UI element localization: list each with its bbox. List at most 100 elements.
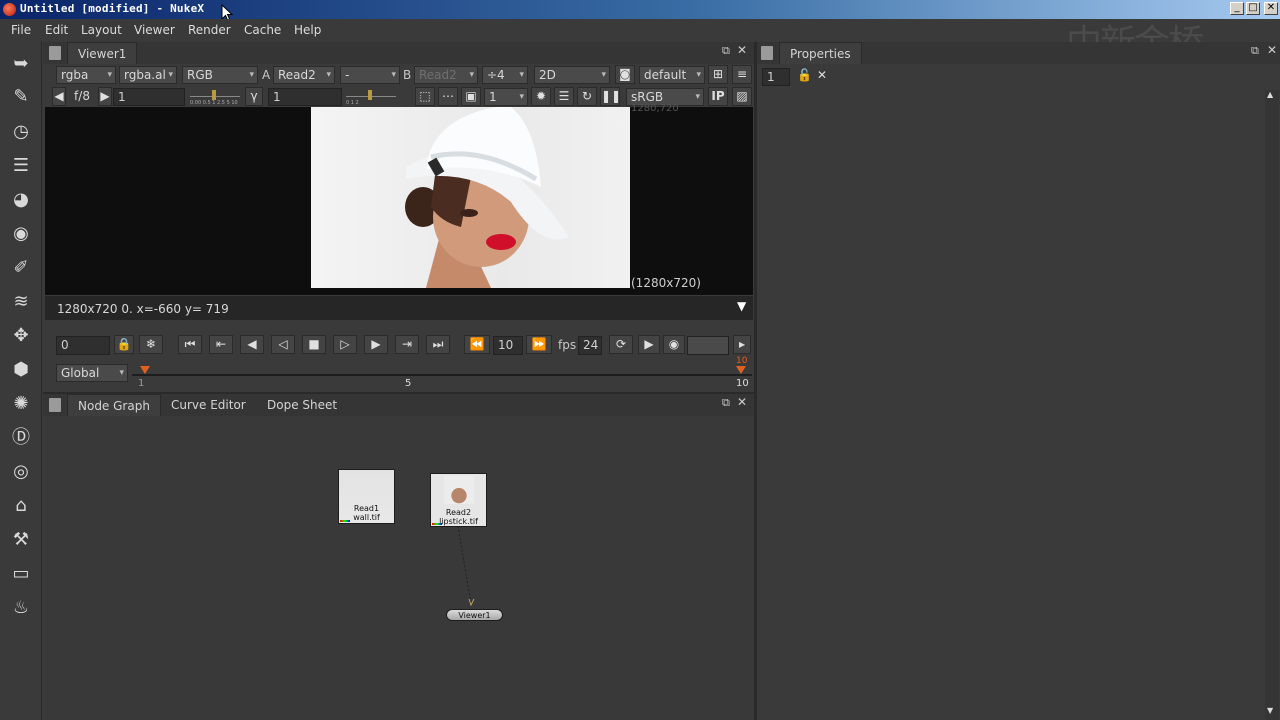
channels-dropdown[interactable]: rgba [56, 66, 116, 84]
toolsets-icon[interactable]: ▭ [10, 563, 32, 585]
record-icon[interactable]: ◉ [663, 335, 685, 354]
next-keyframe-icon[interactable]: ⇥ [395, 335, 419, 354]
menu-viewer[interactable]: Viewer [134, 23, 175, 37]
menu-file[interactable]: File [11, 23, 31, 37]
maximize-button[interactable]: □ [1246, 2, 1260, 15]
frame-increment-field[interactable]: 10 [493, 336, 523, 355]
node-viewer1[interactable]: Viewer1 [446, 609, 503, 621]
refresh-icon[interactable]: ↻ [577, 87, 597, 106]
proxy-scale-dropdown[interactable]: ÷4 [482, 66, 528, 84]
particles-tools-icon[interactable]: ✺ [10, 393, 32, 415]
view-mode-dropdown[interactable]: 2D [534, 66, 610, 84]
merge-tools-icon[interactable]: ≋ [10, 291, 32, 313]
menu-edit[interactable]: Edit [45, 23, 68, 37]
close-nodegraph-icon[interactable]: ✕ [737, 395, 747, 409]
minimize-button[interactable]: _ [1230, 2, 1244, 15]
channel-tools-icon[interactable]: ☰ [10, 155, 32, 177]
3d-tools-icon[interactable]: ⬢ [10, 359, 32, 381]
menu-cache[interactable]: Cache [244, 23, 281, 37]
node-read2[interactable]: Read2 lipstick.tif [430, 473, 487, 527]
furnace-tools-icon[interactable]: ♨ [10, 597, 32, 619]
lock-panel-icon[interactable]: 🔓 [797, 68, 812, 82]
gain-field[interactable]: 1 [113, 88, 185, 106]
stripes-icon[interactable]: ☰ [554, 87, 574, 106]
info-expand-icon[interactable]: ▼ [737, 299, 746, 313]
viewer-settings-icon[interactable]: ≡ [732, 65, 752, 84]
gain-slider[interactable]: 0.00 0.5 1 2.5 5 10 [190, 89, 240, 106]
clear-panels-icon[interactable]: ✕ [817, 68, 827, 82]
b-input-dropdown[interactable]: Read2 [414, 66, 478, 84]
max-panels-field[interactable]: 1 [762, 68, 790, 86]
lut-default-dropdown[interactable]: default [639, 66, 705, 84]
skip-forward-increment-icon[interactable]: ⏩ [526, 335, 552, 354]
color-tools-icon[interactable]: ◕ [10, 189, 32, 211]
end-frame-marker[interactable] [736, 366, 746, 374]
viewer-canvas[interactable]: 1280,720 (1280x720) [45, 103, 753, 295]
region-select-icon[interactable]: ⬚ [415, 87, 435, 106]
timeline-menu-icon[interactable]: ▸ [733, 335, 751, 354]
fstop-left-arrow-icon[interactable]: ◀ [52, 87, 66, 106]
float-nodegraph-icon[interactable]: ⧉ [722, 396, 730, 410]
menu-render[interactable]: Render [188, 23, 231, 37]
play-backward-icon[interactable]: ◁ [271, 335, 295, 354]
gamma-slider[interactable]: 0 1 2 [346, 89, 396, 106]
display-channel-dropdown[interactable]: RGB [182, 66, 258, 84]
properties-scrollbar[interactable]: ▲ ▼ [1265, 90, 1279, 720]
other-tools-icon[interactable]: ⚒ [10, 529, 32, 551]
input-process-button[interactable]: IP [708, 87, 728, 106]
first-frame-icon[interactable]: ⏮ [178, 335, 202, 354]
tab-viewer1[interactable]: Viewer1 [67, 42, 138, 64]
deep-tools-icon[interactable]: Ⓓ [10, 427, 32, 449]
gamma-field[interactable]: 1 [268, 88, 342, 106]
play-forward-icon[interactable]: ▷ [333, 335, 357, 354]
start-frame-marker[interactable] [140, 366, 150, 374]
node-read1[interactable]: Read1 wall.tif [338, 469, 395, 524]
scroll-down-icon[interactable]: ▼ [1267, 706, 1273, 715]
a-input-dropdown[interactable]: Read2 [273, 66, 335, 84]
close-window-button[interactable]: ✕ [1264, 2, 1278, 15]
frame-snowflake-icon[interactable]: ❄ [139, 335, 163, 354]
viewer-panel-grip[interactable] [49, 46, 61, 60]
time-tools-icon[interactable]: ◷ [10, 121, 32, 143]
fstop-right-arrow-icon[interactable]: ▶ [98, 87, 112, 106]
nodegraph-panel-grip[interactable] [49, 398, 61, 412]
close-panel-icon[interactable]: ✕ [737, 43, 747, 57]
timeline-slider[interactable]: 10 1 5 10 [132, 356, 752, 392]
clipping-warning-icon[interactable]: ▨ [732, 87, 752, 106]
next-frame-icon[interactable]: ▶ [364, 335, 388, 354]
menu-help[interactable]: Help [294, 23, 321, 37]
stop-icon[interactable]: ■ [302, 335, 326, 354]
draw-tools-icon[interactable]: ✎ [10, 86, 32, 108]
compare-op-dropdown[interactable]: - [340, 66, 400, 84]
tab-node-graph[interactable]: Node Graph [67, 394, 161, 416]
tab-dope-sheet[interactable]: Dope Sheet [257, 394, 347, 416]
fstop-value[interactable]: f/8 [67, 88, 97, 106]
wipe-icon[interactable]: ⋯ [438, 87, 458, 106]
menu-layout[interactable]: Layout [81, 23, 122, 37]
roi-grid-icon[interactable]: ⊞ [708, 65, 728, 84]
float-properties-icon[interactable]: ⧉ [1251, 44, 1259, 58]
current-frame-field[interactable]: 0 [56, 336, 110, 355]
tab-properties[interactable]: Properties [779, 42, 862, 64]
tab-curve-editor[interactable]: Curve Editor [161, 394, 256, 416]
flipbook-icon[interactable]: ▶ [638, 335, 660, 354]
fps-field[interactable]: 24 [578, 336, 602, 355]
views-tools-icon[interactable]: ◎ [10, 461, 32, 483]
filter-tools-icon[interactable]: ◉ [10, 223, 32, 245]
alpha-channel-dropdown[interactable]: rgba.al [119, 66, 177, 84]
loop-mode-icon[interactable]: ⟳ [609, 335, 633, 354]
transform-tools-icon[interactable]: ✥ [10, 325, 32, 347]
scroll-up-icon[interactable]: ▲ [1267, 90, 1273, 99]
skip-back-increment-icon[interactable]: ⏪ [464, 335, 490, 354]
image-tools-icon[interactable]: ➥ [10, 53, 32, 75]
last-frame-icon[interactable]: ⏭ [426, 335, 450, 354]
frame-range-dropdown[interactable]: Global [56, 364, 128, 382]
close-properties-icon[interactable]: ✕ [1267, 43, 1277, 57]
overlay-icon[interactable]: ▣ [461, 87, 481, 106]
previous-keyframe-icon[interactable]: ⇤ [209, 335, 233, 354]
node-graph-canvas[interactable]: Read1 wall.tif Read2 lipstick.tif Viewer… [45, 416, 753, 720]
timeline-blank-field[interactable] [687, 336, 729, 355]
keyer-tools-icon[interactable]: ✐ [10, 257, 32, 279]
previous-frame-icon[interactable]: ◀ [240, 335, 264, 354]
metadata-tools-icon[interactable]: ⌂ [10, 495, 32, 517]
